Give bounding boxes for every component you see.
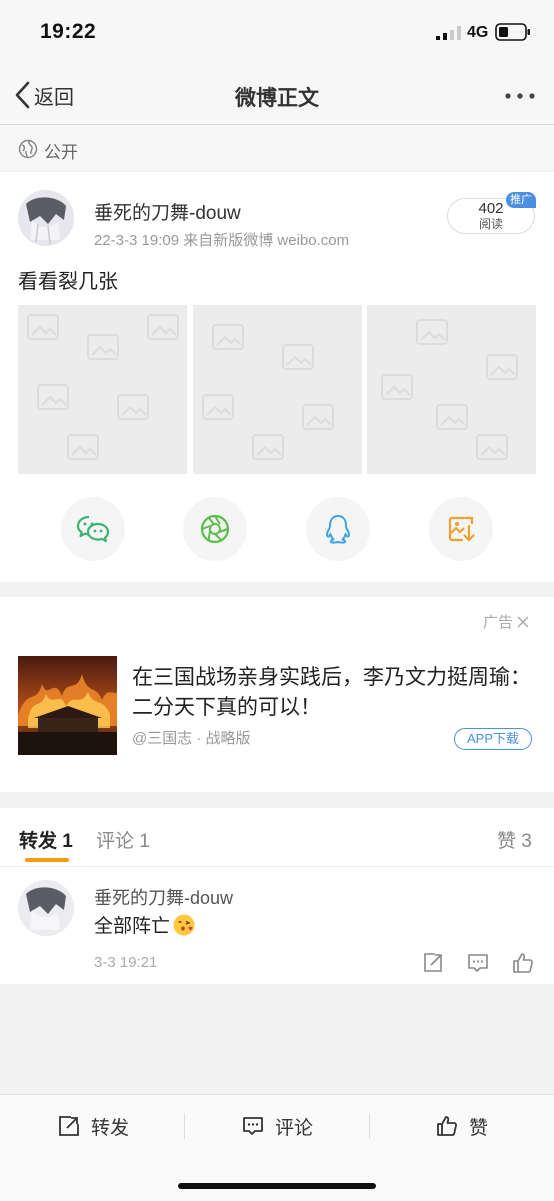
signal-icon: [436, 26, 462, 40]
emoji-kiss-icon: [173, 914, 195, 935]
comment-text: 全部阵亡: [94, 916, 171, 937]
more-icon: [505, 93, 535, 99]
like-label: 赞: [469, 1117, 489, 1139]
repost-icon: [424, 953, 442, 972]
post-image[interactable]: [18, 305, 187, 474]
read-label: 阅读: [478, 217, 503, 231]
nav-bar: 返回 微博正文: [0, 66, 554, 125]
page-title: 微博正文: [235, 87, 319, 110]
comment-like-button[interactable]: [511, 951, 535, 975]
bottom-action-bar: 转发 评论 赞: [0, 1094, 554, 1201]
close-icon: [517, 615, 529, 628]
share-qq-button[interactable]: [306, 497, 370, 561]
ad-card: 广告 在三国战场亲身实践后，李乃文力挺周瑜：二分天下真的可以！ @三国志 · 战…: [0, 597, 554, 792]
status-time: 19:22: [40, 20, 97, 43]
tab-comments[interactable]: 评论 1: [96, 826, 150, 853]
home-indicator: [178, 1183, 376, 1189]
visibility-label: 公开: [44, 143, 78, 162]
repost-icon: [59, 1116, 79, 1136]
globe-icon: [18, 139, 38, 159]
repost-label: 转发: [91, 1117, 130, 1139]
avatar[interactable]: [18, 190, 74, 246]
comment-icon: [243, 1117, 263, 1135]
post-image[interactable]: [193, 305, 362, 474]
save-image-button[interactable]: [429, 497, 493, 561]
thumbs-up-icon: [437, 1116, 457, 1136]
comment-time: 3-3 19:21: [94, 954, 158, 971]
tab-likes[interactable]: 赞 3: [497, 826, 532, 853]
status-bar: 19:22 4G: [0, 0, 554, 66]
divider: [369, 1113, 370, 1139]
image-placeholder-icon: [27, 314, 179, 460]
tab-reposts-label: 转发: [19, 831, 58, 852]
comment-text-row: 全部阵亡: [94, 911, 196, 938]
tab-comments-count: 1: [139, 831, 150, 852]
network-type: 4G: [467, 24, 489, 41]
interaction-tabs: 转发 1 评论 1 赞 3: [0, 808, 554, 867]
image-placeholder-icon: [381, 319, 518, 460]
tab-comments-label: 评论: [96, 831, 135, 852]
image-placeholder-icon: [202, 324, 334, 460]
more-button[interactable]: [500, 86, 540, 106]
comment-username[interactable]: 垂死的刀舞-douw: [94, 884, 233, 910]
ad-source: @三国志 · 战略版: [132, 730, 251, 747]
post-text: 看看裂几张: [18, 271, 118, 293]
ad-title[interactable]: 在三国战场亲身实践后，李乃文力挺周瑜：二分天下真的可以！: [132, 663, 537, 723]
share-moments-button[interactable]: [183, 497, 247, 561]
post-image[interactable]: [367, 305, 536, 474]
tab-reposts[interactable]: 转发 1: [19, 826, 73, 853]
visibility-row: 公开: [0, 125, 554, 171]
repost-button[interactable]: 转发: [57, 1109, 129, 1143]
tab-likes-label: 赞: [497, 831, 517, 852]
avatar[interactable]: [18, 880, 74, 936]
app-download-button[interactable]: APP下载: [454, 728, 532, 750]
moments-icon: [200, 514, 230, 544]
comment-repost-button[interactable]: [421, 951, 445, 975]
post-card: 垂死的刀舞-douw 22-3-3 19:09 来自新版微博 weibo.com…: [0, 172, 554, 582]
post-meta: 22-3-3 19:09 来自新版微博 weibo.com: [94, 232, 350, 249]
battery-icon: [495, 23, 531, 41]
comment-icon: [468, 954, 488, 972]
share-wechat-button[interactable]: [61, 497, 125, 561]
save-image-icon: [448, 516, 475, 542]
qq-icon: [326, 515, 350, 544]
ad-thumbnail[interactable]: [18, 656, 117, 755]
ad-label: 广告: [483, 614, 514, 631]
comment-button[interactable]: 评论: [241, 1109, 313, 1143]
divider: [184, 1113, 185, 1139]
tab-reposts-count: 1: [62, 831, 73, 852]
ad-close-button[interactable]: 广告: [483, 611, 530, 632]
like-button[interactable]: 赞: [435, 1109, 488, 1143]
comment-reply-button[interactable]: [466, 951, 490, 975]
comment-label: 评论: [275, 1117, 314, 1139]
thumbs-up-icon: [513, 953, 533, 973]
tab-indicator: [25, 858, 69, 862]
list-item: 垂死的刀舞-douw 全部阵亡 3-3 19:21: [0, 867, 554, 984]
promote-badge[interactable]: 推广: [506, 192, 536, 208]
tab-likes-count: 3: [521, 831, 532, 852]
wechat-icon: [76, 515, 110, 543]
post-username[interactable]: 垂死的刀舞-douw: [94, 198, 241, 225]
